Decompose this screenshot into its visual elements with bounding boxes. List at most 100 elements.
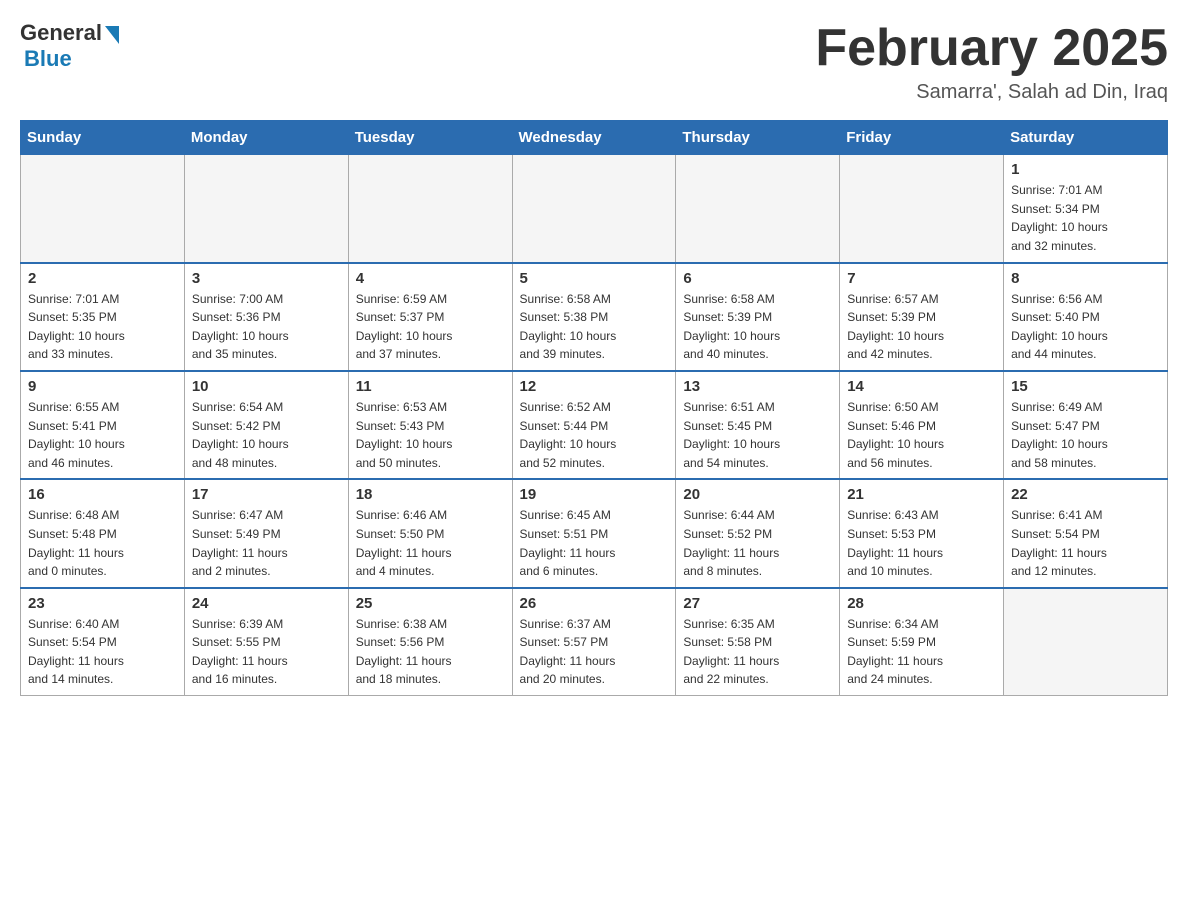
calendar-cell: [184, 155, 348, 263]
title-block: February 2025 Samarra', Salah ad Din, Ir…: [815, 20, 1168, 104]
calendar-week-row: 9Sunrise: 6:55 AM Sunset: 5:41 PM Daylig…: [21, 371, 1168, 479]
calendar-cell: 9Sunrise: 6:55 AM Sunset: 5:41 PM Daylig…: [21, 371, 185, 479]
calendar-cell: 4Sunrise: 6:59 AM Sunset: 5:37 PM Daylig…: [348, 263, 512, 371]
calendar-cell: 22 Sunrise: 6:41 AM Sunset: 5:54 PM Dayli…: [1004, 479, 1168, 587]
calendar-cell: 10 Sunrise: 6:54 AM Sunset: 5:42 PM Dayli…: [184, 371, 348, 479]
calendar-cell: 17 Sunrise: 6:47 AM Sunset: 5:49 PM Dayli…: [184, 479, 348, 587]
day-number: 21: [847, 486, 996, 503]
day-info: Sunrise: 6:40 AM Sunset: 5:54 PM Dayligh…: [28, 615, 177, 689]
day-number: 17: [192, 486, 341, 503]
calendar-cell: 11 Sunrise: 6:53 AM Sunset: 5:43 PM Dayli…: [348, 371, 512, 479]
calendar-day-header: Saturday: [1004, 121, 1168, 155]
calendar-cell: 1 Sunrise: 7:01 AM Sunset: 5:34 PM Daylig…: [1004, 155, 1168, 263]
calendar-cell: 28 Sunrise: 6:34 AM Sunset: 5:59 PM Dayli…: [840, 588, 1004, 696]
day-info: Sunrise: 6:44 AM Sunset: 5:52 PM Dayligh…: [683, 506, 832, 580]
calendar-cell: [21, 155, 185, 263]
calendar-cell: [1004, 588, 1168, 696]
day-info: Sunrise: 6:46 AM Sunset: 5:50 PM Dayligh…: [356, 506, 505, 580]
day-number: 1: [1011, 161, 1160, 178]
calendar-day-header: Monday: [184, 121, 348, 155]
day-number: 23: [28, 595, 177, 612]
calendar-cell: 15Sunrise: 6:49 AM Sunset: 5:47 PM Dayli…: [1004, 371, 1168, 479]
day-info: Sunrise: 6:39 AM Sunset: 5:55 PM Dayligh…: [192, 615, 341, 689]
calendar-cell: 6 Sunrise: 6:58 AM Sunset: 5:39 PM Daylig…: [676, 263, 840, 371]
month-title: February 2025: [815, 20, 1168, 77]
day-number: 18: [356, 486, 505, 503]
day-number: 26: [520, 595, 669, 612]
calendar-day-header: Tuesday: [348, 121, 512, 155]
logo-blue-text: Blue: [24, 46, 72, 72]
day-number: 25: [356, 595, 505, 612]
day-number: 2: [28, 270, 177, 287]
day-info: Sunrise: 6:51 AM Sunset: 5:45 PM Dayligh…: [683, 398, 832, 472]
day-number: 6: [683, 270, 832, 287]
day-number: 13: [683, 378, 832, 395]
day-info: Sunrise: 6:57 AM Sunset: 5:39 PM Dayligh…: [847, 290, 996, 364]
day-number: 7: [847, 270, 996, 287]
day-info: Sunrise: 6:55 AM Sunset: 5:41 PM Dayligh…: [28, 398, 177, 472]
calendar-cell: 27 Sunrise: 6:35 AM Sunset: 5:58 PM Dayli…: [676, 588, 840, 696]
calendar-cell: 16 Sunrise: 6:48 AM Sunset: 5:48 PM Dayli…: [21, 479, 185, 587]
calendar-cell: 12 Sunrise: 6:52 AM Sunset: 5:44 PM Dayli…: [512, 371, 676, 479]
calendar-day-header: Friday: [840, 121, 1004, 155]
day-info: Sunrise: 6:58 AM Sunset: 5:39 PM Dayligh…: [683, 290, 832, 364]
calendar-cell: 18 Sunrise: 6:46 AM Sunset: 5:50 PM Dayli…: [348, 479, 512, 587]
day-number: 22: [1011, 486, 1160, 503]
calendar-cell: 8 Sunrise: 6:56 AM Sunset: 5:40 PM Daylig…: [1004, 263, 1168, 371]
day-info: Sunrise: 6:34 AM Sunset: 5:59 PM Dayligh…: [847, 615, 996, 689]
calendar-cell: 24Sunrise: 6:39 AM Sunset: 5:55 PM Dayli…: [184, 588, 348, 696]
calendar-cell: 5 Sunrise: 6:58 AM Sunset: 5:38 PM Daylig…: [512, 263, 676, 371]
day-number: 27: [683, 595, 832, 612]
calendar-day-header: Thursday: [676, 121, 840, 155]
calendar-cell: [840, 155, 1004, 263]
day-info: Sunrise: 6:50 AM Sunset: 5:46 PM Dayligh…: [847, 398, 996, 472]
day-info: Sunrise: 6:41 AM Sunset: 5:54 PM Dayligh…: [1011, 506, 1160, 580]
day-number: 11: [356, 378, 505, 395]
calendar-header-row: SundayMondayTuesdayWednesdayThursdayFrid…: [21, 121, 1168, 155]
day-number: 15: [1011, 378, 1160, 395]
calendar-cell: 26 Sunrise: 6:37 AM Sunset: 5:57 PM Dayli…: [512, 588, 676, 696]
day-info: Sunrise: 6:52 AM Sunset: 5:44 PM Dayligh…: [520, 398, 669, 472]
day-info: Sunrise: 6:43 AM Sunset: 5:53 PM Dayligh…: [847, 506, 996, 580]
calendar-cell: [676, 155, 840, 263]
day-info: Sunrise: 6:48 AM Sunset: 5:48 PM Dayligh…: [28, 506, 177, 580]
day-info: Sunrise: 6:58 AM Sunset: 5:38 PM Dayligh…: [520, 290, 669, 364]
calendar-cell: 25Sunrise: 6:38 AM Sunset: 5:56 PM Dayli…: [348, 588, 512, 696]
day-info: Sunrise: 6:35 AM Sunset: 5:58 PM Dayligh…: [683, 615, 832, 689]
day-number: 12: [520, 378, 669, 395]
day-info: Sunrise: 6:53 AM Sunset: 5:43 PM Dayligh…: [356, 398, 505, 472]
day-number: 19: [520, 486, 669, 503]
calendar-cell: 13 Sunrise: 6:51 AM Sunset: 5:45 PM Dayli…: [676, 371, 840, 479]
day-number: 14: [847, 378, 996, 395]
day-info: Sunrise: 6:37 AM Sunset: 5:57 PM Dayligh…: [520, 615, 669, 689]
day-number: 5: [520, 270, 669, 287]
calendar-cell: [512, 155, 676, 263]
day-info: Sunrise: 6:56 AM Sunset: 5:40 PM Dayligh…: [1011, 290, 1160, 364]
calendar-cell: 7 Sunrise: 6:57 AM Sunset: 5:39 PM Daylig…: [840, 263, 1004, 371]
day-number: 16: [28, 486, 177, 503]
day-info: Sunrise: 7:01 AM Sunset: 5:35 PM Dayligh…: [28, 290, 177, 364]
page-header: General Blue February 2025 Samarra', Sal…: [20, 20, 1168, 104]
calendar-cell: 20 Sunrise: 6:44 AM Sunset: 5:52 PM Dayli…: [676, 479, 840, 587]
day-info: Sunrise: 7:00 AM Sunset: 5:36 PM Dayligh…: [192, 290, 341, 364]
day-number: 20: [683, 486, 832, 503]
calendar-week-row: 16 Sunrise: 6:48 AM Sunset: 5:48 PM Dayli…: [21, 479, 1168, 587]
calendar-day-header: Wednesday: [512, 121, 676, 155]
day-info: Sunrise: 6:45 AM Sunset: 5:51 PM Dayligh…: [520, 506, 669, 580]
logo-general-text: General: [20, 20, 102, 46]
day-info: Sunrise: 7:01 AM Sunset: 5:34 PM Dayligh…: [1011, 181, 1160, 255]
day-info: Sunrise: 6:54 AM Sunset: 5:42 PM Dayligh…: [192, 398, 341, 472]
calendar-cell: 23 Sunrise: 6:40 AM Sunset: 5:54 PM Dayli…: [21, 588, 185, 696]
calendar-cell: 19 Sunrise: 6:45 AM Sunset: 5:51 PM Dayli…: [512, 479, 676, 587]
calendar-cell: 3 Sunrise: 7:00 AM Sunset: 5:36 PM Daylig…: [184, 263, 348, 371]
day-number: 8: [1011, 270, 1160, 287]
day-number: 10: [192, 378, 341, 395]
day-number: 28: [847, 595, 996, 612]
calendar-cell: [348, 155, 512, 263]
calendar-day-header: Sunday: [21, 121, 185, 155]
calendar-week-row: 1 Sunrise: 7:01 AM Sunset: 5:34 PM Daylig…: [21, 155, 1168, 263]
calendar-cell: 14 Sunrise: 6:50 AM Sunset: 5:46 PM Dayli…: [840, 371, 1004, 479]
day-number: 3: [192, 270, 341, 287]
calendar-cell: 21 Sunrise: 6:43 AM Sunset: 5:53 PM Dayli…: [840, 479, 1004, 587]
day-info: Sunrise: 6:47 AM Sunset: 5:49 PM Dayligh…: [192, 506, 341, 580]
